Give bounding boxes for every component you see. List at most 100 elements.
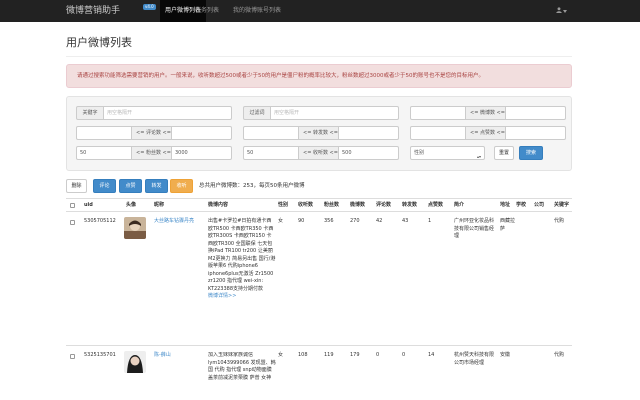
repost-count-min[interactable] bbox=[243, 126, 299, 140]
weibo-count-group: <= 微博数 <= bbox=[410, 106, 566, 120]
warning-alert: 请通过搜索功能筛选需要营销的用户。一般来说，收听数超过500或者少于50的用户是… bbox=[66, 64, 572, 88]
keyword-label: 关键字 bbox=[76, 106, 104, 120]
gender-select[interactable]: 性别 ▴▾ bbox=[410, 146, 485, 160]
fans-count-label: <= 粉丝数 <= bbox=[132, 146, 172, 160]
like-count-max[interactable] bbox=[506, 126, 566, 140]
select-arrows-icon: ▴▾ bbox=[476, 154, 481, 159]
fans-count-max[interactable] bbox=[172, 146, 232, 160]
follow-count-min[interactable] bbox=[243, 146, 299, 160]
delete-button[interactable]: 删除 bbox=[66, 179, 87, 193]
row-bio: 广州环亚化妆品科技有限公司销售经理 bbox=[454, 218, 495, 239]
row-address: 安徽 bbox=[500, 352, 511, 358]
filter-word-input[interactable] bbox=[271, 106, 399, 120]
reset-button[interactable]: 重置 bbox=[494, 146, 514, 160]
nav-task-list[interactable]: 任务列表 bbox=[190, 0, 224, 22]
weibo-count-max[interactable] bbox=[506, 106, 566, 120]
weibo-count-label: <= 微博数 <= bbox=[466, 106, 506, 120]
user-menu[interactable] bbox=[556, 0, 574, 22]
row-checkbox[interactable] bbox=[70, 220, 75, 225]
follow-count-label: <= 收听数 <= bbox=[299, 146, 339, 160]
table-row: 5305705112 大丝路车钻骤丹亮 出售#卡罗拉#日拍有通卡西欧TR500 … bbox=[66, 212, 572, 346]
like-button[interactable]: 点赞 bbox=[119, 179, 142, 193]
select-all-checkbox[interactable] bbox=[70, 203, 75, 208]
avatar[interactable] bbox=[124, 217, 146, 239]
row-follow: 90 bbox=[298, 218, 305, 224]
filter-word-group: 过滤词 bbox=[243, 106, 399, 120]
row-content-text: 加入玉妹妹家族诚信lym1043999066 发现盟、韩国 代购 指代理 snp… bbox=[208, 352, 276, 381]
row-keyword: 代购 bbox=[554, 218, 565, 224]
keyword-input[interactable] bbox=[104, 106, 232, 120]
result-summary: 总共用户微博数：253，每页50条用户微博 bbox=[199, 183, 305, 189]
header-follow[interactable]: 收听数 bbox=[298, 199, 313, 212]
row-fans: 356 bbox=[324, 218, 334, 224]
row-likes: 1 bbox=[428, 218, 432, 224]
header-bio: 简介 bbox=[454, 202, 465, 208]
brand-title[interactable]: 微博营销助手 bbox=[66, 5, 120, 17]
row-bio: 杭州赞天科技有限公司市场经理 bbox=[454, 352, 495, 366]
header-fans[interactable]: 粉丝数 bbox=[324, 199, 339, 212]
header-company: 公司 bbox=[534, 202, 545, 208]
row-nickname[interactable]: 陈-薛山 bbox=[154, 352, 206, 360]
repost-count-max[interactable] bbox=[339, 126, 399, 140]
header-reposts[interactable]: 转发数 bbox=[402, 199, 417, 212]
comment-count-group: <= 评论数 <= bbox=[76, 126, 232, 140]
row-weibo: 179 bbox=[350, 352, 360, 358]
comment-button[interactable]: 评论 bbox=[93, 179, 116, 193]
title-divider bbox=[66, 56, 572, 57]
row-reposts: 43 bbox=[402, 218, 409, 224]
table-header: uid 头像 昵称 微博内容 性别 收听数 粉丝数 微博数 评论数 转发数 点赞… bbox=[66, 198, 572, 212]
chevron-down-icon bbox=[563, 9, 567, 13]
row-comments: 42 bbox=[376, 218, 383, 224]
fans-count-group: <= 粉丝数 <= bbox=[76, 146, 232, 160]
version-badge: v4.0 bbox=[143, 4, 156, 10]
weibo-count-min[interactable] bbox=[410, 106, 466, 120]
repost-button[interactable]: 转发 bbox=[145, 179, 168, 193]
header-likes[interactable]: 点赞数 bbox=[428, 199, 443, 212]
header-content: 微博内容 bbox=[208, 202, 229, 208]
repost-count-group: <= 转发数 <= bbox=[243, 126, 399, 140]
like-count-label: <= 点赞数 <= bbox=[466, 126, 506, 140]
row-nickname[interactable]: 大丝路车钻骤丹亮 bbox=[154, 218, 206, 226]
comment-count-min[interactable] bbox=[76, 126, 132, 140]
weibo-detail-link[interactable]: 微博详情>> bbox=[208, 293, 236, 299]
header-gender: 性别 bbox=[278, 202, 289, 208]
avatar[interactable] bbox=[124, 351, 146, 373]
search-button[interactable]: 搜索 bbox=[519, 146, 543, 160]
filter-word-label: 过滤词 bbox=[243, 106, 271, 120]
user-icon bbox=[556, 7, 562, 13]
row-address: 西藏拉萨 bbox=[500, 218, 516, 232]
follow-count-max[interactable] bbox=[339, 146, 399, 160]
comment-count-label: <= 评论数 <= bbox=[132, 126, 172, 140]
fans-count-min[interactable] bbox=[76, 146, 132, 160]
row-comments: 0 bbox=[376, 352, 380, 358]
row-checkbox[interactable] bbox=[70, 354, 75, 359]
gender-select-value: 性别 bbox=[414, 150, 425, 156]
row-keyword: 代购 bbox=[554, 352, 565, 358]
follow-button[interactable]: 收听 bbox=[170, 179, 193, 193]
header-comments[interactable]: 评论数 bbox=[376, 199, 391, 212]
follow-count-group: <= 收听数 <= bbox=[243, 146, 399, 160]
top-navbar: 微博营销助手 v4.0 用户微博列表 任务列表 我的微博账号列表 bbox=[0, 0, 640, 22]
avatar-image bbox=[124, 217, 146, 239]
comment-count-max[interactable] bbox=[172, 126, 232, 140]
header-nickname: 昵称 bbox=[154, 202, 165, 208]
row-uid: 5325135701 bbox=[84, 352, 116, 358]
row-reposts: 0 bbox=[402, 352, 406, 358]
table-row: 5325135701 陈-薛山 加入玉妹妹家族诚信lym1043999066 发… bbox=[66, 346, 572, 400]
row-gender: 女 bbox=[278, 218, 284, 224]
row-likes: 14 bbox=[428, 352, 435, 358]
keyword-group: 关键字 bbox=[76, 106, 232, 120]
nav-my-accounts[interactable]: 我的微博账号列表 bbox=[228, 0, 286, 22]
row-fans: 119 bbox=[324, 352, 334, 358]
row-uid: 5305705112 bbox=[84, 218, 116, 224]
like-count-min[interactable] bbox=[410, 126, 466, 140]
page-title: 用户微博列表 bbox=[66, 36, 132, 49]
header-weibo[interactable]: 微博数 bbox=[350, 199, 365, 212]
header-keyword: 关键字 bbox=[554, 202, 570, 208]
row-gender: 女 bbox=[278, 352, 284, 358]
header-school: 学校 bbox=[516, 202, 527, 208]
row-follow: 108 bbox=[298, 352, 308, 358]
header-address: 地址 bbox=[500, 202, 511, 208]
row-content: 加入玉妹妹家族诚信lym1043999066 发现盟、韩国 代购 指代理 snp… bbox=[208, 352, 276, 398]
header-uid[interactable]: uid bbox=[84, 199, 93, 212]
